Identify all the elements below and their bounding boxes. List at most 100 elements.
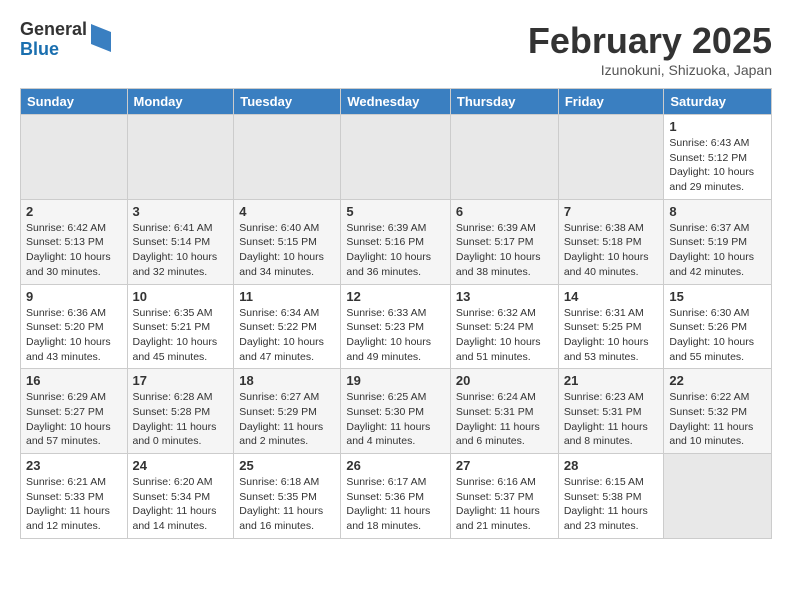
logo-general: General bbox=[20, 20, 87, 40]
calendar-week-row: 16 Sunrise: 6:29 AM Sunset: 5:27 PM Dayli… bbox=[21, 369, 772, 454]
calendar-cell: 28 Sunrise: 6:15 AM Sunset: 5:38 PM Dayli… bbox=[558, 454, 664, 539]
day-info: Sunrise: 6:33 AM Sunset: 5:23 PM Dayligh… bbox=[346, 306, 445, 365]
day-info: Sunrise: 6:37 AM Sunset: 5:19 PM Dayligh… bbox=[669, 221, 766, 280]
day-number: 24 bbox=[133, 458, 229, 473]
calendar-cell: 3Sunrise: 6:41 AM Sunset: 5:14 PM Daylig… bbox=[127, 199, 234, 284]
day-number: 21 bbox=[564, 373, 659, 388]
day-info: Sunrise: 6:39 AM Sunset: 5:16 PM Dayligh… bbox=[346, 221, 445, 280]
day-info: Sunrise: 6:35 AM Sunset: 5:21 PM Dayligh… bbox=[133, 306, 229, 365]
weekday-header: Friday bbox=[558, 89, 664, 115]
calendar-cell bbox=[234, 115, 341, 200]
day-number: 6 bbox=[456, 204, 553, 219]
day-info: Sunrise: 6:15 AM Sunset: 5:38 PM Dayligh… bbox=[564, 475, 659, 534]
calendar-cell: 12Sunrise: 6:33 AM Sunset: 5:23 PM Dayli… bbox=[341, 284, 451, 369]
day-number: 2 bbox=[26, 204, 122, 219]
weekday-header: Monday bbox=[127, 89, 234, 115]
day-info: Sunrise: 6:17 AM Sunset: 5:36 PM Dayligh… bbox=[346, 475, 445, 534]
day-info: Sunrise: 6:16 AM Sunset: 5:37 PM Dayligh… bbox=[456, 475, 553, 534]
weekday-header: Tuesday bbox=[234, 89, 341, 115]
day-number: 13 bbox=[456, 289, 553, 304]
day-info: Sunrise: 6:23 AM Sunset: 5:31 PM Dayligh… bbox=[564, 390, 659, 449]
weekday-header: Thursday bbox=[450, 89, 558, 115]
calendar-cell: 26 Sunrise: 6:17 AM Sunset: 5:36 PM Dayli… bbox=[341, 454, 451, 539]
calendar-table: SundayMondayTuesdayWednesdayThursdayFrid… bbox=[20, 88, 772, 539]
calendar-cell: 21 Sunrise: 6:23 AM Sunset: 5:31 PM Dayli… bbox=[558, 369, 664, 454]
day-number: 17 bbox=[133, 373, 229, 388]
calendar-cell: 8 Sunrise: 6:37 AM Sunset: 5:19 PM Daylig… bbox=[664, 199, 772, 284]
day-info: Sunrise: 6:25 AM Sunset: 5:30 PM Dayligh… bbox=[346, 390, 445, 449]
day-info: Sunrise: 6:28 AM Sunset: 5:28 PM Dayligh… bbox=[133, 390, 229, 449]
day-number: 14 bbox=[564, 289, 659, 304]
day-number: 11 bbox=[239, 289, 335, 304]
calendar-cell bbox=[558, 115, 664, 200]
calendar-cell: 7 Sunrise: 6:38 AM Sunset: 5:18 PM Daylig… bbox=[558, 199, 664, 284]
weekday-header-row: SundayMondayTuesdayWednesdayThursdayFrid… bbox=[21, 89, 772, 115]
day-info: Sunrise: 6:40 AM Sunset: 5:15 PM Dayligh… bbox=[239, 221, 335, 280]
day-number: 9 bbox=[26, 289, 122, 304]
day-number: 18 bbox=[239, 373, 335, 388]
day-info: Sunrise: 6:32 AM Sunset: 5:24 PM Dayligh… bbox=[456, 306, 553, 365]
day-number: 1 bbox=[669, 119, 766, 134]
day-info: Sunrise: 6:31 AM Sunset: 5:25 PM Dayligh… bbox=[564, 306, 659, 365]
day-number: 27 bbox=[456, 458, 553, 473]
day-info: Sunrise: 6:39 AM Sunset: 5:17 PM Dayligh… bbox=[456, 221, 553, 280]
calendar-week-row: 9 Sunrise: 6:36 AM Sunset: 5:20 PM Daylig… bbox=[21, 284, 772, 369]
day-info: Sunrise: 6:20 AM Sunset: 5:34 PM Dayligh… bbox=[133, 475, 229, 534]
day-number: 28 bbox=[564, 458, 659, 473]
calendar-cell: 17 Sunrise: 6:28 AM Sunset: 5:28 PM Dayli… bbox=[127, 369, 234, 454]
calendar-cell: 25 Sunrise: 6:18 AM Sunset: 5:35 PM Dayli… bbox=[234, 454, 341, 539]
day-number: 20 bbox=[456, 373, 553, 388]
day-number: 5 bbox=[346, 204, 445, 219]
day-info: Sunrise: 6:38 AM Sunset: 5:18 PM Dayligh… bbox=[564, 221, 659, 280]
day-info: Sunrise: 6:42 AM Sunset: 5:13 PM Dayligh… bbox=[26, 221, 122, 280]
calendar-cell: 11 Sunrise: 6:34 AM Sunset: 5:22 PM Dayli… bbox=[234, 284, 341, 369]
calendar-cell bbox=[664, 454, 772, 539]
location: Izunokuni, Shizuoka, Japan bbox=[528, 62, 772, 78]
calendar-cell: 15Sunrise: 6:30 AM Sunset: 5:26 PM Dayli… bbox=[664, 284, 772, 369]
day-info: Sunrise: 6:27 AM Sunset: 5:29 PM Dayligh… bbox=[239, 390, 335, 449]
day-info: Sunrise: 6:29 AM Sunset: 5:27 PM Dayligh… bbox=[26, 390, 122, 449]
day-number: 15 bbox=[669, 289, 766, 304]
calendar-cell bbox=[21, 115, 128, 200]
day-number: 23 bbox=[26, 458, 122, 473]
calendar-cell: 19 Sunrise: 6:25 AM Sunset: 5:30 PM Dayli… bbox=[341, 369, 451, 454]
day-info: Sunrise: 6:43 AM Sunset: 5:12 PM Dayligh… bbox=[669, 136, 766, 195]
calendar-cell: 18 Sunrise: 6:27 AM Sunset: 5:29 PM Dayli… bbox=[234, 369, 341, 454]
calendar-cell: 16 Sunrise: 6:29 AM Sunset: 5:27 PM Dayli… bbox=[21, 369, 128, 454]
day-info: Sunrise: 6:41 AM Sunset: 5:14 PM Dayligh… bbox=[133, 221, 229, 280]
title-block: February 2025 Izunokuni, Shizuoka, Japan bbox=[528, 20, 772, 78]
calendar-cell: 2 Sunrise: 6:42 AM Sunset: 5:13 PM Daylig… bbox=[21, 199, 128, 284]
calendar-cell bbox=[450, 115, 558, 200]
calendar-cell: 13 Sunrise: 6:32 AM Sunset: 5:24 PM Dayli… bbox=[450, 284, 558, 369]
calendar-cell: 14 Sunrise: 6:31 AM Sunset: 5:25 PM Dayli… bbox=[558, 284, 664, 369]
day-number: 22 bbox=[669, 373, 766, 388]
day-number: 8 bbox=[669, 204, 766, 219]
day-number: 26 bbox=[346, 458, 445, 473]
calendar-cell: 23Sunrise: 6:21 AM Sunset: 5:33 PM Dayli… bbox=[21, 454, 128, 539]
calendar-cell bbox=[127, 115, 234, 200]
day-info: Sunrise: 6:34 AM Sunset: 5:22 PM Dayligh… bbox=[239, 306, 335, 365]
logo-blue: Blue bbox=[20, 40, 87, 60]
day-number: 19 bbox=[346, 373, 445, 388]
logo: General Blue bbox=[20, 20, 111, 60]
calendar-cell bbox=[341, 115, 451, 200]
weekday-header: Wednesday bbox=[341, 89, 451, 115]
day-info: Sunrise: 6:24 AM Sunset: 5:31 PM Dayligh… bbox=[456, 390, 553, 449]
page-header: General Blue February 2025 Izunokuni, Sh… bbox=[20, 20, 772, 78]
calendar-week-row: 2 Sunrise: 6:42 AM Sunset: 5:13 PM Daylig… bbox=[21, 199, 772, 284]
day-number: 25 bbox=[239, 458, 335, 473]
calendar-cell: 9 Sunrise: 6:36 AM Sunset: 5:20 PM Daylig… bbox=[21, 284, 128, 369]
calendar-cell: 22Sunrise: 6:22 AM Sunset: 5:32 PM Dayli… bbox=[664, 369, 772, 454]
day-info: Sunrise: 6:36 AM Sunset: 5:20 PM Dayligh… bbox=[26, 306, 122, 365]
weekday-header: Sunday bbox=[21, 89, 128, 115]
calendar-cell: 5 Sunrise: 6:39 AM Sunset: 5:16 PM Daylig… bbox=[341, 199, 451, 284]
calendar-cell: 10 Sunrise: 6:35 AM Sunset: 5:21 PM Dayli… bbox=[127, 284, 234, 369]
calendar-cell: 20 Sunrise: 6:24 AM Sunset: 5:31 PM Dayli… bbox=[450, 369, 558, 454]
day-info: Sunrise: 6:18 AM Sunset: 5:35 PM Dayligh… bbox=[239, 475, 335, 534]
day-number: 10 bbox=[133, 289, 229, 304]
calendar-week-row: 23Sunrise: 6:21 AM Sunset: 5:33 PM Dayli… bbox=[21, 454, 772, 539]
day-number: 7 bbox=[564, 204, 659, 219]
month-title: February 2025 bbox=[528, 20, 772, 62]
day-number: 16 bbox=[26, 373, 122, 388]
calendar-cell: 27 Sunrise: 6:16 AM Sunset: 5:37 PM Dayli… bbox=[450, 454, 558, 539]
